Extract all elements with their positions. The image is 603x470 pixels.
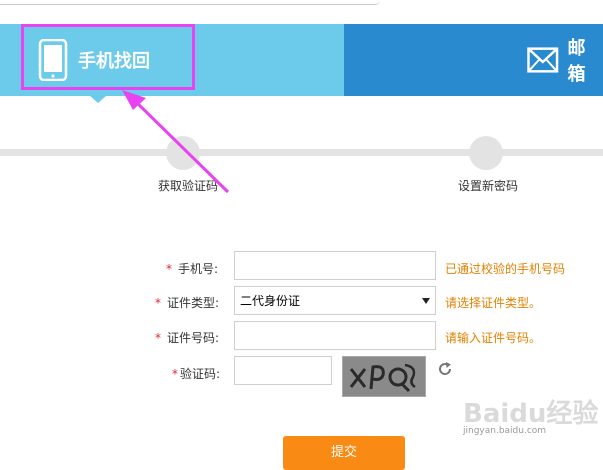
id-type-selected-value: 二代身份证	[240, 294, 301, 308]
watermark-text: Baidu经验	[463, 398, 598, 429]
tab-phone-label: 手机找回	[78, 51, 150, 72]
envelope-icon	[527, 47, 559, 73]
id-type-label: * 证件类型:	[155, 296, 220, 310]
captcha-label: * 验证码:	[172, 367, 221, 381]
progress-track	[0, 149, 603, 156]
top-bar-edge	[0, 0, 380, 5]
id-type-select[interactable]: 二代身份证	[234, 286, 436, 315]
phone-input[interactable]	[234, 251, 436, 280]
watermark-url: jingyan.baidu.com	[463, 426, 547, 436]
tab-phone-recovery[interactable]: 手机找回	[0, 24, 344, 96]
captcha-glyphs	[349, 363, 416, 393]
phone-label: * 手机号:	[166, 262, 219, 276]
step-1-label: 获取验证码	[158, 179, 219, 193]
active-tab-pointer	[89, 95, 107, 103]
smartphone-icon	[38, 39, 68, 81]
id-type-hint: 请选择证件类型。	[445, 296, 542, 310]
id-number-input[interactable]	[234, 321, 436, 350]
refresh-icon[interactable]	[437, 361, 453, 377]
id-number-hint: 请输入证件号码。	[445, 331, 542, 345]
chevron-down-icon	[422, 298, 430, 304]
step-1-indicator	[166, 136, 200, 170]
id-number-label: * 证件号码:	[155, 331, 220, 345]
captcha-image[interactable]	[342, 356, 426, 397]
step-2-indicator	[469, 136, 503, 170]
step-2-label: 设置新密码	[458, 179, 519, 193]
submit-button[interactable]: 提交	[283, 436, 405, 470]
tab-email-label: 邮箱	[567, 38, 586, 85]
tab-email-recovery[interactable]: 邮箱	[344, 24, 603, 96]
phone-hint: 已通过校验的手机号码	[445, 262, 566, 276]
captcha-input[interactable]	[234, 356, 332, 385]
